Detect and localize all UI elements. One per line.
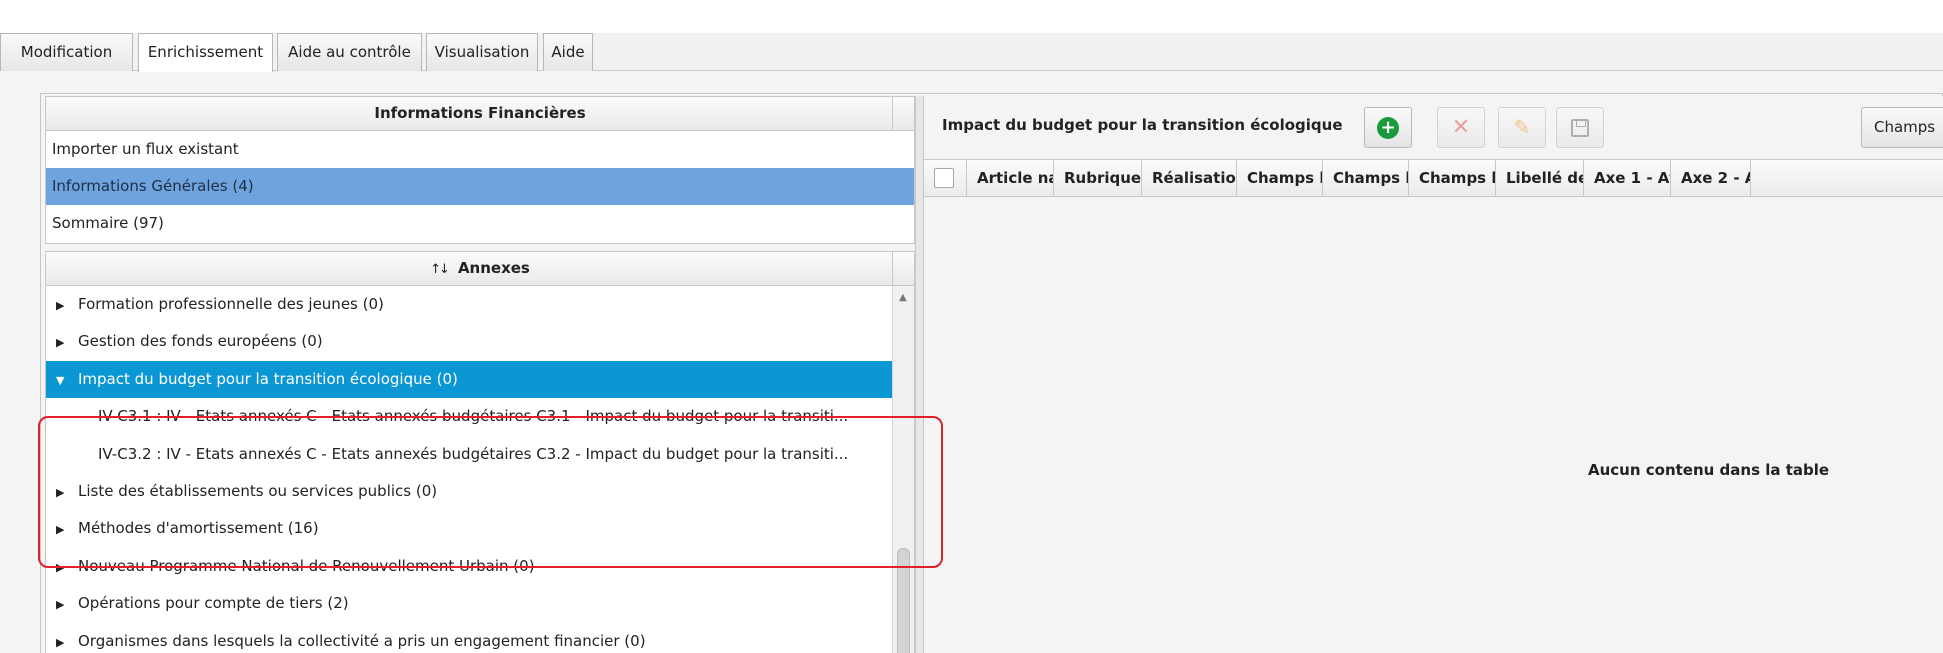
tree-item[interactable]: ▶ Gestion des fonds européens (0)	[46, 323, 914, 360]
tree-child-item[interactable]: IV-C3.2 : IV - Etats annexés C - Etats a…	[46, 436, 914, 473]
tab-aide-au-controle[interactable]: Aide au contrôle	[277, 33, 422, 71]
tree-item[interactable]: ▶ Méthodes d'amortissement (16)	[46, 510, 914, 547]
tree-item[interactable]: ▶ Opérations pour compte de tiers (2)	[46, 585, 914, 622]
list-item-import-flux[interactable]: Importer un flux existant	[46, 131, 914, 168]
list-item-informations-generales[interactable]: Informations Générales (4)	[46, 168, 914, 205]
save-button[interactable]	[1556, 107, 1604, 148]
tree-item-label: Nouveau Programme National de Renouvelle…	[78, 556, 535, 575]
tree-item-label: IV-C3.1 : IV - Etats annexés C - Etats a…	[98, 407, 849, 426]
x-icon: ✕	[1451, 115, 1471, 140]
triangle-right-icon[interactable]: ▶	[56, 324, 72, 360]
column-header[interactable]: Champs li...	[1323, 160, 1409, 196]
tree-scrollbar[interactable]: ▲	[892, 286, 914, 653]
tab-modification[interactable]: Modification	[0, 33, 133, 71]
column-header[interactable]: Axe 1 - At...	[1584, 160, 1671, 196]
tree-item[interactable]: ▶ Nouveau Programme National de Renouvell…	[46, 548, 914, 585]
table-header: Article na... Rubrique ... Réalisatio...…	[924, 159, 1943, 197]
header-corner	[892, 97, 914, 130]
annexes-tree: ▶ Formation professionnelle des jeunes (0…	[45, 286, 915, 653]
annexes-header[interactable]: ↑↓ Annexes	[45, 251, 915, 286]
tab-bar: Modification Enrichissement Aide au cont…	[0, 33, 1943, 72]
split-divider[interactable]	[915, 96, 924, 653]
edit-button[interactable]: ✎	[1498, 107, 1546, 148]
financial-info-header-label: Informations Financières	[374, 104, 586, 122]
triangle-right-icon[interactable]: ▶	[56, 624, 72, 653]
tree-item-label: IV-C3.2 : IV - Etats annexés C - Etats a…	[98, 444, 849, 463]
tree-child-item[interactable]: IV-C3.1 : IV - Etats annexés C - Etats a…	[46, 398, 914, 435]
table-title: Impact du budget pour la transition écol…	[942, 116, 1343, 134]
left-panel: Informations Financières Importer un flu…	[45, 96, 915, 653]
tree-item-label: Méthodes d'amortissement (16)	[78, 519, 319, 538]
tree-item-label: Formation professionnelle des jeunes (0)	[78, 295, 384, 313]
tree-item-label: Impact du budget pour la transition écol…	[78, 369, 458, 388]
tree-item-label: Opérations pour compte de tiers (2)	[78, 594, 349, 613]
top-strip	[0, 0, 1943, 33]
save-icon	[1571, 118, 1589, 137]
column-header[interactable]: Article na...	[967, 160, 1054, 196]
pencil-icon: ✎	[1513, 115, 1531, 139]
tree-item-label: Liste des établissements ou services pub…	[78, 481, 438, 500]
column-header[interactable]: Réalisatio...	[1142, 160, 1237, 196]
column-header[interactable]: Libellé de...	[1496, 160, 1584, 196]
financial-info-header[interactable]: Informations Financières	[45, 96, 915, 131]
tree-item[interactable]: ▶ Liste des établissements ou services pu…	[46, 473, 914, 510]
add-button[interactable]: +	[1364, 107, 1412, 148]
triangle-right-icon[interactable]: ▶	[56, 474, 72, 510]
header-corner	[892, 252, 914, 285]
financial-info-list: Importer un flux existant Informations G…	[45, 131, 915, 244]
triangle-right-icon[interactable]: ▶	[56, 511, 72, 547]
tab-aide[interactable]: Aide	[543, 33, 593, 71]
tab-enrichissement[interactable]: Enrichissement	[138, 33, 273, 72]
select-all-cell	[924, 160, 967, 196]
tree-item[interactable]: ▶ Organismes dans lesquels la collectivit…	[46, 623, 914, 653]
tree-item-impact-budget[interactable]: ▼ Impact du budget pour la transition éco…	[46, 360, 914, 399]
triangle-down-icon[interactable]: ▼	[56, 362, 72, 398]
triangle-right-icon[interactable]: ▶	[56, 549, 72, 585]
content-area: Informations Financières Importer un flu…	[0, 71, 1943, 653]
table-toolbar: Impact du budget pour la transition écol…	[924, 96, 1943, 159]
scroll-up-icon[interactable]: ▲	[899, 292, 907, 303]
empty-table-message: Aucun contenu dans la table	[1588, 461, 1830, 479]
right-panel: Impact du budget pour la transition écol…	[924, 96, 1943, 653]
tree-item-label: Organismes dans lesquels la collectivité…	[78, 631, 646, 650]
tree-item-label: Gestion des fonds européens (0)	[78, 332, 323, 351]
scrollbar-thumb[interactable]	[897, 548, 910, 653]
column-header[interactable]: Axe 2 - A...	[1671, 160, 1751, 196]
tree-item[interactable]: ▶ Formation professionnelle des jeunes (0…	[46, 286, 914, 323]
delete-button[interactable]: ✕	[1437, 107, 1485, 148]
add-circle-icon: +	[1377, 116, 1399, 139]
column-header[interactable]: Champs li...	[1237, 160, 1323, 196]
column-header[interactable]: Champs li...	[1409, 160, 1496, 196]
tab-visualisation[interactable]: Visualisation	[426, 33, 538, 71]
annexes-header-label: Annexes	[457, 259, 530, 277]
column-header[interactable]: Rubrique ...	[1054, 160, 1142, 196]
triangle-right-icon[interactable]: ▶	[56, 586, 72, 622]
champs-button[interactable]: Champs	[1861, 107, 1943, 148]
table-body	[924, 197, 1943, 653]
triangle-right-icon[interactable]: ▶	[56, 287, 72, 323]
list-item-sommaire[interactable]: Sommaire (97)	[46, 205, 914, 242]
select-all-checkbox[interactable]	[934, 168, 954, 188]
sort-icon[interactable]: ↑↓	[430, 253, 450, 286]
